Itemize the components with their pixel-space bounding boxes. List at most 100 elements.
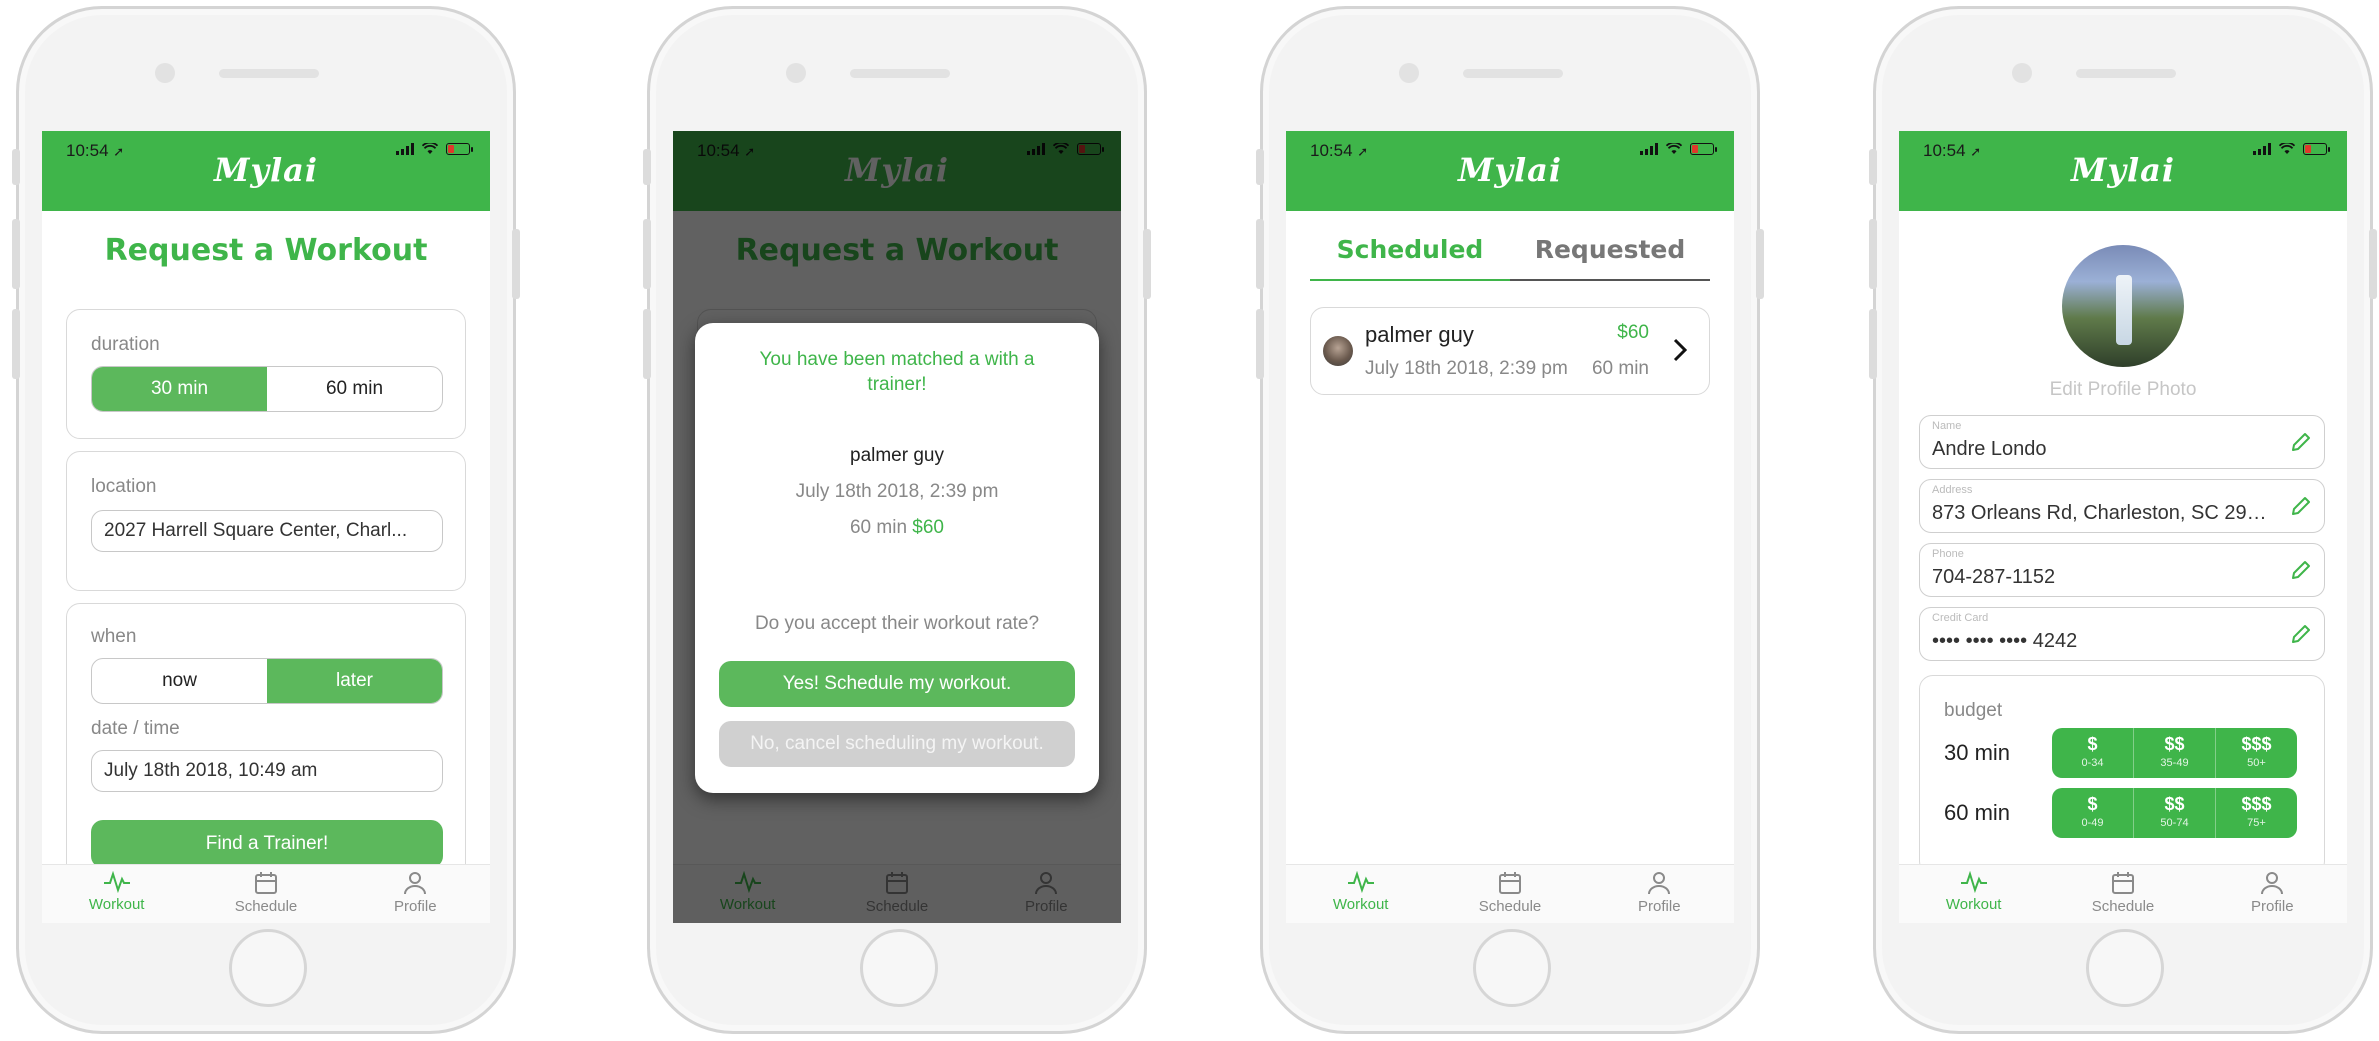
tab-workout[interactable]: Workout — [42, 865, 191, 923]
tab-schedule-label: Schedule — [1478, 898, 1542, 915]
budget-30-tier-1[interactable]: $0-34 — [2052, 728, 2134, 778]
budget-30-tier-2[interactable]: $$ 35-49 — [2134, 728, 2216, 778]
calendar-icon — [2111, 872, 2134, 894]
tier-range: 0-34 — [2081, 757, 2104, 769]
camera — [1399, 63, 1419, 83]
budget-60-tier-3[interactable]: $$$ 75+ — [2216, 788, 2297, 838]
tab-underline-inactive — [1510, 279, 1710, 281]
person-icon — [1648, 872, 1671, 895]
side-button — [12, 149, 20, 185]
decline-button[interactable]: No, cancel scheduling my workout. — [719, 721, 1075, 767]
tier-range: 0-49 — [2081, 817, 2104, 829]
edit-photo-link[interactable]: Edit Profile Photo — [1899, 379, 2347, 401]
find-trainer-button[interactable]: Find a Trainer! — [91, 820, 443, 868]
home-button — [860, 929, 938, 1007]
pencil-icon[interactable] — [2290, 431, 2312, 453]
activity-icon — [1960, 871, 1987, 893]
waterfall-shape — [2116, 275, 2132, 345]
screen: 10:54 ➚ Mylai Request a Workout duration… — [42, 131, 490, 923]
tab-requested[interactable]: Requested — [1510, 235, 1710, 264]
tab-workout[interactable]: Workout — [1899, 865, 2048, 923]
side-button — [1256, 219, 1264, 289]
duration-60-button[interactable]: 60 min — [267, 367, 442, 411]
budget-30-tier-3[interactable]: $$$ 50+ — [2216, 728, 2297, 778]
tab-workout-label: Workout — [1945, 896, 2002, 913]
when-label: when — [91, 626, 137, 647]
tab-bar: Workout Schedule Profile — [1899, 864, 2347, 923]
tab-profile[interactable]: Profile — [2198, 865, 2347, 923]
when-card: when now later date / time July 18th 201… — [66, 603, 466, 903]
camera — [786, 63, 806, 83]
screen: 10:54 ➚ Mylai Scheduled Requested palmer… — [1286, 131, 1734, 923]
tier-symbol: $$ — [2164, 734, 2185, 754]
home-button — [229, 929, 307, 1007]
tab-scheduled[interactable]: Scheduled — [1310, 235, 1510, 264]
credit-card-field[interactable]: Credit Card •••• •••• •••• 4242 — [1919, 607, 2325, 661]
pencil-icon[interactable] — [2290, 495, 2312, 517]
side-button — [1869, 219, 1877, 289]
speaker — [1463, 69, 1563, 78]
item-date: July 18th 2018, 2:39 pm — [1365, 358, 1568, 379]
match-message: You have been matched a with a trainer! — [759, 349, 1035, 395]
match-date: July 18th 2018, 2:39 pm — [795, 481, 999, 502]
profile-photo[interactable] — [2062, 245, 2184, 367]
location-card: location 2027 Harrell Square Center, Cha… — [66, 451, 466, 591]
tier-range: 35-49 — [2160, 757, 2189, 769]
tab-schedule[interactable]: Schedule — [191, 865, 340, 923]
schedule-item[interactable]: palmer guy $60 July 18th 2018, 2:39 pm 6… — [1310, 307, 1710, 395]
side-button — [1256, 309, 1264, 379]
tier-range: 50-74 — [2160, 817, 2189, 829]
when-later-button[interactable]: later — [267, 659, 442, 703]
tab-profile-label: Profile — [1638, 898, 1681, 915]
credit-card-field-value: •••• •••• •••• 4242 — [1932, 630, 2078, 652]
tier-range: 75+ — [2247, 817, 2266, 829]
tab-underline-active — [1310, 279, 1510, 281]
budget-30-selector: $0-34 $$ 35-49 $$$ 50+ — [2052, 728, 2297, 778]
match-duration: 60 min — [849, 517, 908, 538]
tier-symbol: $ — [2087, 794, 2098, 814]
app-header: 10:54 ➚ Mylai — [1899, 131, 2347, 211]
tab-bar: Workout Schedule Profile — [42, 864, 490, 923]
tier-symbol: $ — [2087, 734, 2098, 754]
tab-profile[interactable]: Profile — [1585, 865, 1734, 923]
tab-profile-label: Profile — [394, 898, 437, 915]
speaker — [2076, 69, 2176, 78]
address-field-value: 873 Orleans Rd, Charleston, SC 294... — [1932, 502, 2272, 524]
side-button — [12, 219, 20, 289]
phone-field-value: 704-287-1152 — [1932, 566, 2056, 588]
page-title: Request a Workout — [104, 233, 428, 268]
home-button — [2086, 929, 2164, 1007]
tier-symbol: $$$ — [2241, 794, 2272, 814]
accept-button[interactable]: Yes! Schedule my workout. — [719, 661, 1075, 707]
datetime-input[interactable]: July 18th 2018, 10:49 am — [91, 750, 443, 792]
duration-card: duration 30 min 60 min — [66, 309, 466, 439]
side-button — [512, 229, 520, 299]
when-now-button[interactable]: now — [92, 659, 267, 703]
duration-30-button[interactable]: 30 min — [92, 367, 267, 411]
trainer-name: palmer guy — [1365, 322, 1474, 347]
tab-profile[interactable]: Profile — [341, 865, 490, 923]
tab-schedule[interactable]: Schedule — [2048, 865, 2197, 923]
name-field-label: Name — [1932, 420, 1962, 432]
name-field[interactable]: Name Andre Londo — [1919, 415, 2325, 469]
side-button — [643, 149, 651, 185]
address-field[interactable]: Address 873 Orleans Rd, Charleston, SC 2… — [1919, 479, 2325, 533]
tier-symbol: $$ — [2164, 794, 2185, 814]
side-button — [2369, 229, 2377, 299]
budget-60-tier-1[interactable]: $0-49 — [2052, 788, 2134, 838]
tier-range: 50+ — [2247, 757, 2266, 769]
chevron-right-icon — [1673, 338, 1687, 362]
activity-icon — [103, 871, 130, 893]
location-input[interactable]: 2027 Harrell Square Center, Charl... — [91, 510, 443, 552]
phone-field[interactable]: Phone 704-287-1152 — [1919, 543, 2325, 597]
budget-60-tier-2[interactable]: $$ 50-74 — [2134, 788, 2216, 838]
app-logo: Mylai — [2070, 151, 2176, 189]
phone-match: 10:54 ➚ Mylai Request a Workout Workout … — [643, 6, 1151, 1034]
person-icon — [404, 872, 427, 895]
pencil-icon[interactable] — [2290, 559, 2312, 581]
tab-workout[interactable]: Workout — [1286, 865, 1435, 923]
name-field-value: Andre Londo — [1932, 438, 2047, 460]
tab-schedule[interactable]: Schedule — [1435, 865, 1584, 923]
item-duration: 60 min — [1591, 358, 1649, 379]
pencil-icon[interactable] — [2290, 623, 2312, 645]
